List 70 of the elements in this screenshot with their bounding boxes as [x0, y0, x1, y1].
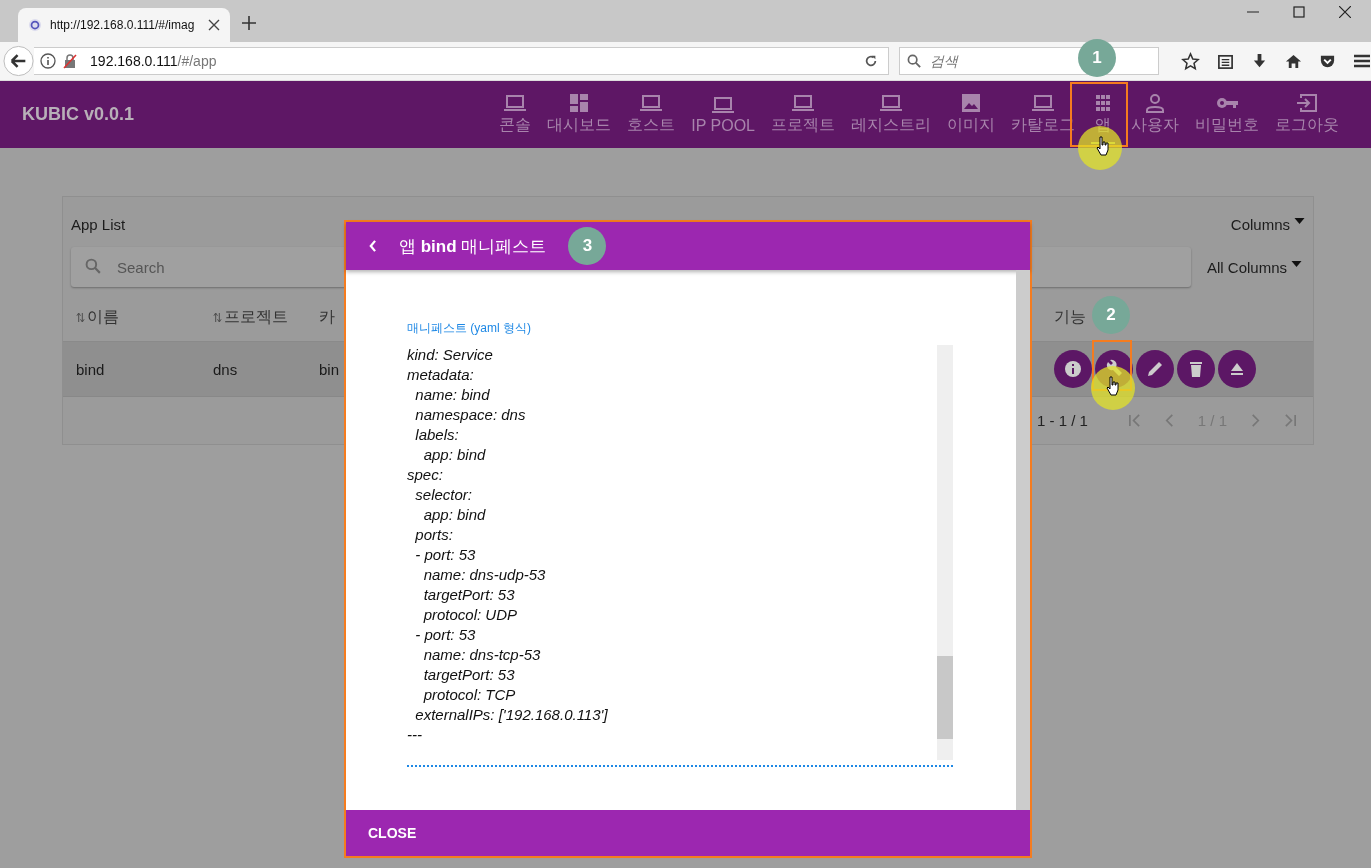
nav-item[interactable]: IP POOL	[683, 81, 763, 148]
filter-dropdown[interactable]: All Columns	[1207, 258, 1303, 276]
back-icon[interactable]	[3, 45, 35, 77]
swirl-icon	[28, 18, 42, 32]
nav-item[interactable]: 레지스트리	[843, 81, 939, 148]
nav-item[interactable]: 프로젝트	[763, 81, 843, 148]
table-cell: bin	[319, 360, 340, 378]
plus-icon[interactable]	[242, 16, 256, 30]
home-icon[interactable]	[1285, 52, 1302, 70]
logout-icon	[1295, 93, 1319, 113]
caret-icon	[1291, 261, 1303, 267]
info-button[interactable]	[1054, 350, 1092, 388]
close-icon[interactable]	[1339, 6, 1351, 18]
nav-item[interactable]: 대시보드	[539, 81, 620, 148]
close-icon[interactable]	[208, 19, 220, 31]
person-icon	[1143, 93, 1167, 113]
pencil-icon	[1145, 359, 1165, 379]
scrollbar[interactable]	[937, 345, 953, 760]
nav-item[interactable]: 호스트	[619, 81, 684, 148]
columns-dropdown[interactable]: Columns	[1230, 215, 1305, 233]
eject-button[interactable]	[1218, 350, 1256, 388]
crossed-lock-icon	[62, 53, 79, 69]
laptop-icon	[711, 94, 736, 115]
back-chevron-icon[interactable]	[368, 240, 377, 252]
sort-icon[interactable]	[76, 311, 85, 323]
scrollbar[interactable]	[1016, 270, 1030, 810]
trash-button[interactable]	[1177, 350, 1215, 388]
nav-item[interactable]: 이미지	[939, 81, 1003, 148]
card-title: App List	[71, 215, 126, 233]
close-button[interactable]: CLOSE	[362, 824, 423, 842]
column-header[interactable]: 카	[319, 306, 335, 328]
table-cell: bind	[76, 360, 105, 378]
nav-item[interactable]: 비밀번호	[1187, 81, 1267, 148]
column-header[interactable]: 기능	[1054, 306, 1086, 328]
search-icon	[907, 54, 922, 69]
laptop-icon	[503, 93, 528, 113]
clipboard-icon[interactable]	[1217, 52, 1234, 70]
pencil-button[interactable]	[1136, 350, 1174, 388]
column-header[interactable]: 이름	[87, 306, 119, 328]
reload-icon[interactable]	[864, 54, 878, 68]
laptop-icon	[1031, 93, 1055, 113]
laptop-icon	[879, 93, 903, 113]
url-field[interactable]: 192.168.0.111/#/app	[34, 47, 889, 75]
hand-cursor-icon	[1096, 136, 1110, 156]
nav-item[interactable]: 로그아웃	[1267, 81, 1347, 148]
yaml-textarea[interactable]: kind: Service metadata: name: bind namespace: dns labels: app: bind spec: selector: app: bind ports: - port: 53 name: dns-udp-53 targetPort: 53 protocol: UDP - port: 53 name: dns-tcp-53 targetPort: 53 protocol: TCP externalIPs: ['192.168.0.113'] ---	[407, 345, 937, 765]
brand-title: KUBIC v0.0.1	[22, 104, 135, 125]
row-range: 1 - 1 / 1	[1036, 412, 1088, 429]
step-marker: 3	[568, 227, 607, 265]
hand-cursor-icon	[1106, 376, 1120, 396]
dialog-title: 앱 bind 매니페스트	[399, 235, 547, 258]
url-text: 192.168.0.111/#/app	[90, 53, 217, 69]
tab-title: http://192.168.0.111/#/imag	[50, 18, 196, 32]
sort-icon[interactable]	[213, 311, 222, 323]
field-label: 매니페스트 (yaml 형식)	[407, 320, 532, 337]
laptop-icon	[791, 93, 815, 113]
nav-item[interactable]: 콘솔	[491, 81, 540, 148]
info-icon	[40, 53, 57, 69]
star-icon[interactable]	[1181, 51, 1200, 71]
maximize-icon[interactable]	[1293, 6, 1305, 18]
image-icon	[959, 93, 983, 113]
menu-icon[interactable]	[1353, 52, 1371, 70]
table-cell: dns	[213, 360, 238, 378]
laptop-icon	[639, 93, 664, 113]
caret-icon	[1294, 218, 1305, 224]
nav-item[interactable]: 사용자	[1123, 81, 1187, 148]
browser-tab[interactable]: http://192.168.0.111/#/imag	[18, 8, 230, 42]
search-icon	[85, 258, 102, 275]
info-icon	[1063, 359, 1083, 379]
column-header[interactable]: 프로젝트	[224, 306, 288, 328]
